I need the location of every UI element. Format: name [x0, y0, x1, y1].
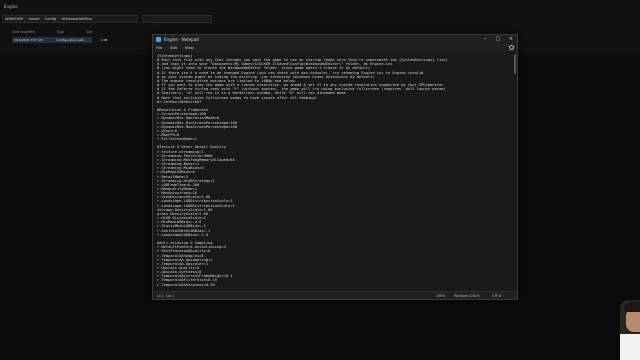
chevron-right-icon: › — [25, 17, 27, 21]
editor-text: [SystemSettings] # Edit this file with an… — [157, 54, 513, 293]
file-type: Configuration sett... — [56, 38, 87, 42]
maximize-icon[interactable]: □ — [492, 35, 504, 44]
explorer-search-input[interactable] — [142, 15, 212, 23]
breadcrumb-saved[interactable]: Saved — [29, 17, 40, 21]
settings-gear-icon[interactable] — [509, 45, 514, 50]
vertical-scrollbar[interactable] — [514, 54, 516, 74]
explorer-column-headers: Date modified Type Size — [12, 30, 92, 34]
file-row[interactable]: 3/16/2024 7:57 AM Configuration sett... … — [12, 37, 107, 43]
status-cursor-position: Ln 1, Col 1 — [157, 294, 174, 298]
breadcrumb-windows[interactable]: WINDOWS — [5, 17, 23, 21]
notepad-title: Engine - Notepad — [164, 37, 199, 42]
webcam-shirt — [620, 334, 640, 360]
breadcrumb-windowsnoeditor[interactable]: WindowsNoEditor — [62, 17, 93, 21]
explorer-title: Engine — [4, 4, 18, 9]
notepad-menubar: File Edit View — [153, 44, 517, 52]
menu-view[interactable]: View — [185, 46, 194, 50]
column-date-modified[interactable]: Date modified — [12, 30, 35, 34]
status-line-ending: Windows (CRLF) — [454, 294, 480, 298]
notepad-statusbar: Ln 1, Col 1 100% Windows (CRLF) UTF-8 — [153, 291, 517, 299]
close-icon[interactable]: × — [505, 35, 517, 44]
column-type[interactable]: Type — [57, 30, 64, 34]
notepad-window: Engine - Notepad – □ × File Edit View [S… — [152, 34, 518, 300]
status-encoding: UTF-8 — [492, 294, 502, 298]
column-size[interactable]: Size — [86, 30, 93, 34]
text-editor[interactable]: [SystemSettings] # Edit this file with an… — [153, 52, 517, 293]
desktop: Engine WINDOWS › Saved › Config › Window… — [0, 0, 640, 360]
minimize-icon[interactable]: – — [479, 35, 491, 44]
menu-file[interactable]: File — [156, 46, 162, 50]
status-zoom: 100% — [436, 294, 446, 298]
breadcrumb-config[interactable]: Config — [45, 17, 56, 21]
notepad-titlebar[interactable]: Engine - Notepad – □ × — [153, 35, 517, 44]
chevron-right-icon: › — [58, 17, 60, 21]
webcam-overlay — [620, 300, 640, 360]
file-size: 1 KB — [100, 38, 108, 42]
chevron-right-icon: › — [41, 17, 43, 21]
file-date: 3/16/2024 7:57 AM — [14, 38, 43, 42]
notepad-app-icon — [156, 37, 161, 42]
webcam-hair — [624, 302, 640, 312]
menu-edit[interactable]: Edit — [170, 46, 177, 50]
explorer-address-bar[interactable]: WINDOWS › Saved › Config › WindowsNoEdit… — [2, 15, 138, 23]
